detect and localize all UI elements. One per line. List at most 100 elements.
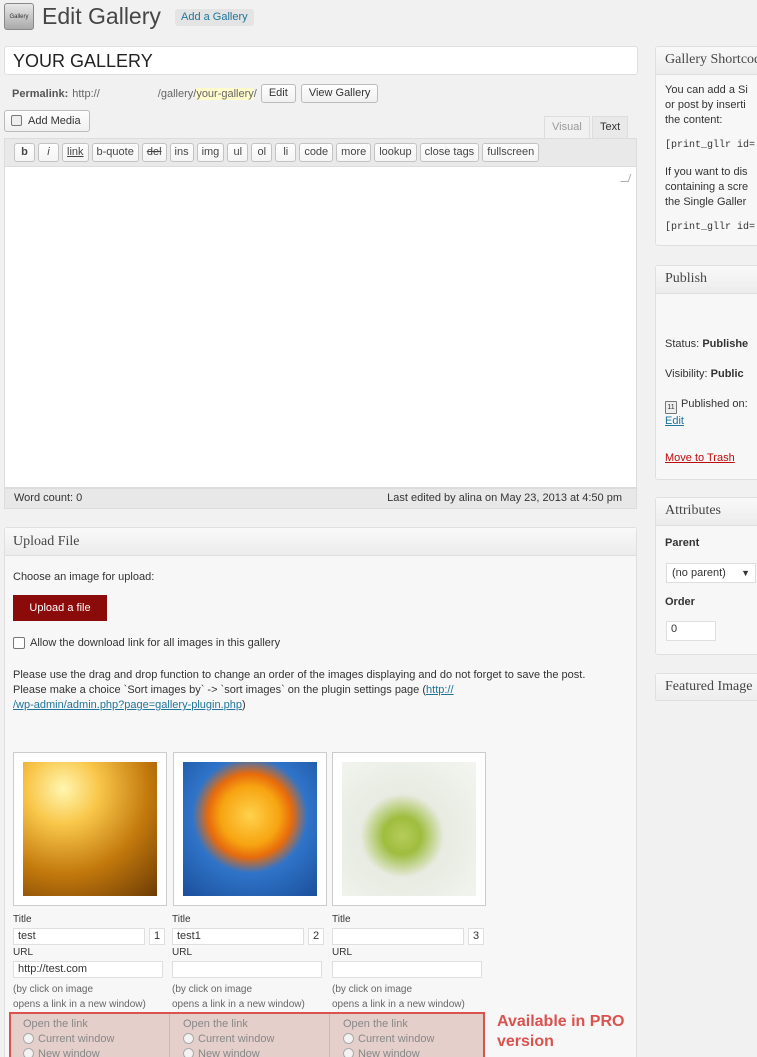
instructions-line-3: /wp-admin/admin.php?page=gallery-plugin.… (13, 698, 613, 713)
permalink-edit-button[interactable]: Edit (260, 84, 296, 103)
resize-handle-icon[interactable] (620, 174, 632, 182)
danbo-image (342, 762, 476, 896)
tab-visual[interactable]: Visual (544, 116, 590, 138)
image-title-input-2[interactable]: test1 (172, 928, 304, 945)
qt-close-tags-button[interactable]: close tags (419, 143, 480, 162)
pro-open-link-area: Open the link Current window New window … (9, 1012, 485, 1057)
qt-code-button[interactable]: code (299, 143, 334, 162)
url-hint-1-line-1: (by click on image (13, 984, 94, 995)
qt-bquote-button[interactable]: b-quote (91, 143, 139, 162)
image-url-input-1[interactable]: http://test.com (13, 961, 163, 978)
new-window-option-3[interactable]: New window (343, 1047, 482, 1057)
choose-image-label: Choose an image for upload: (13, 571, 155, 583)
shortcode-text-2-l1: If you want to dis (665, 166, 748, 178)
attributes-box: Attributes Parent (no parent) ▼ Order 0 (655, 497, 757, 655)
content-textarea[interactable] (4, 167, 637, 488)
download-link-row: Allow the download link for all images i… (13, 637, 280, 649)
open-link-group-1: Open the link Current window New window (15, 1014, 170, 1057)
permalink-slug[interactable]: your-gallery (196, 87, 254, 100)
shortcode-text-2-l3: the Single Galler (665, 196, 747, 208)
shortcode-text-1-l1: You can add a Si (665, 84, 748, 96)
current-window-option-2[interactable]: Current window (183, 1032, 321, 1047)
post-title-input[interactable]: YOUR GALLERY (4, 46, 638, 75)
pro-version-note: Available in PRO version (497, 1013, 625, 1050)
title-label-1: Title (13, 914, 32, 925)
settings-link-path[interactable]: /wp-admin/admin.php?page=gallery-plugin.… (13, 699, 242, 711)
image-url-input-3[interactable] (332, 961, 482, 978)
current-window-option-3[interactable]: Current window (343, 1032, 482, 1047)
qt-link-button[interactable]: link (62, 143, 89, 162)
qt-more-button[interactable]: more (336, 143, 372, 162)
order-label: Order (665, 596, 695, 608)
visibility-row: Visibility: Public (656, 367, 757, 382)
status-row: Status: Publishe (656, 337, 757, 352)
move-to-trash-link[interactable]: Move to Trash (656, 451, 757, 466)
qt-img-button[interactable]: img (196, 143, 225, 162)
visibility-value: Public (710, 368, 744, 380)
title-label-3: Title (332, 914, 351, 925)
qt-fullscreen-button[interactable]: fullscreen (482, 143, 540, 162)
image-order-3: 3 (468, 928, 484, 945)
image-title-input-1[interactable]: test (13, 928, 145, 945)
open-link-group-3: Open the link Current window New window (335, 1014, 490, 1057)
new-window-option-1[interactable]: New window (23, 1047, 161, 1057)
gallery-image-thumb-1[interactable] (13, 752, 167, 906)
permalink-label: Permalink: (12, 87, 69, 100)
shortcode-code-1: [print_gllr id= (665, 140, 756, 151)
image-order-2: 2 (308, 928, 324, 945)
url-hint-3-line-1: (by click on image (332, 984, 413, 995)
parent-select[interactable]: (no parent) ▼ (666, 563, 756, 583)
instructions-line-2: Please make a choice `Sort images by` ->… (13, 683, 613, 698)
published-on-edit-link[interactable]: Edit (665, 414, 755, 429)
view-gallery-button[interactable]: View Gallery (300, 84, 379, 103)
media-icon (11, 115, 22, 126)
open-link-group-2: Open the link Current window New window (175, 1014, 330, 1057)
download-link-label: Allow the download link for all images i… (30, 637, 281, 649)
featured-image-box[interactable]: Featured Image (655, 673, 757, 701)
image-order-1: 1 (149, 928, 165, 945)
qt-lookup-button[interactable]: lookup (374, 143, 417, 162)
qt-del-button[interactable]: del (141, 143, 167, 162)
gallery-image-thumb-2[interactable] (173, 752, 327, 906)
open-link-label-1: Open the link (23, 1018, 88, 1030)
instructions-line-1: Please use the drag and drop function to… (13, 669, 586, 681)
shortcode-heading: Gallery Shortcode (656, 47, 757, 75)
add-media-button[interactable]: Add Media (4, 110, 90, 132)
qt-bold-button[interactable]: b (14, 143, 35, 162)
url-label-1: URL (13, 947, 34, 958)
upload-file-button[interactable]: Upload a file (13, 595, 107, 621)
settings-link-host[interactable]: http:// (426, 684, 454, 696)
new-window-option-2[interactable]: New window (183, 1047, 321, 1057)
image-url-input-2[interactable] (172, 961, 322, 978)
radio-icon (343, 1048, 354, 1057)
order-input[interactable]: 0 (666, 621, 716, 641)
current-window-option-1[interactable]: Current window (23, 1032, 161, 1047)
url-hint-3-line-2: opens a link in a new window) (332, 999, 465, 1010)
qt-italic-button[interactable]: i (38, 143, 59, 162)
qt-ins-button[interactable]: ins (169, 143, 194, 162)
shortcode-code-2: [print_gllr id= (665, 222, 756, 233)
download-link-checkbox[interactable] (13, 637, 25, 649)
permalink-prefix: http:// (72, 87, 100, 100)
url-hint-2-line-2: opens a link in a new window) (172, 999, 305, 1010)
upload-file-box: Upload File Choose an image for upload: … (4, 527, 637, 1057)
qt-li-button[interactable]: li (275, 143, 297, 162)
editor-status-bar: Word count: 0 Last edited by alina on Ma… (4, 488, 637, 509)
instructions-line-2-text: Please make a choice `Sort images by` ->… (13, 684, 427, 696)
shortcode-text-1-l2: or post by inserti (665, 99, 746, 111)
published-on-label: Published on: (681, 398, 748, 410)
title-label-2: Title (172, 914, 191, 925)
gallery-shortcode-box: Gallery Shortcode You can add a Si or po… (655, 46, 757, 246)
status-label: Status: (665, 338, 700, 350)
parent-select-value: (no parent) (672, 567, 726, 579)
instructions-text: Please use the drag and drop function to… (13, 668, 613, 713)
url-hint-1: (by click on image opens a link in a new … (13, 982, 146, 1012)
calendar-icon: 11 (665, 401, 677, 414)
gallery-image-thumb-3[interactable] (332, 752, 486, 906)
shortcode-text-1: You can add a Si or post by inserti the … (656, 83, 757, 128)
add-gallery-button[interactable]: Add a Gallery (175, 9, 254, 26)
qt-ol-button[interactable]: ol (251, 143, 273, 162)
image-title-input-3[interactable] (332, 928, 464, 945)
qt-ul-button[interactable]: ul (227, 143, 249, 162)
tab-text[interactable]: Text (592, 116, 629, 138)
